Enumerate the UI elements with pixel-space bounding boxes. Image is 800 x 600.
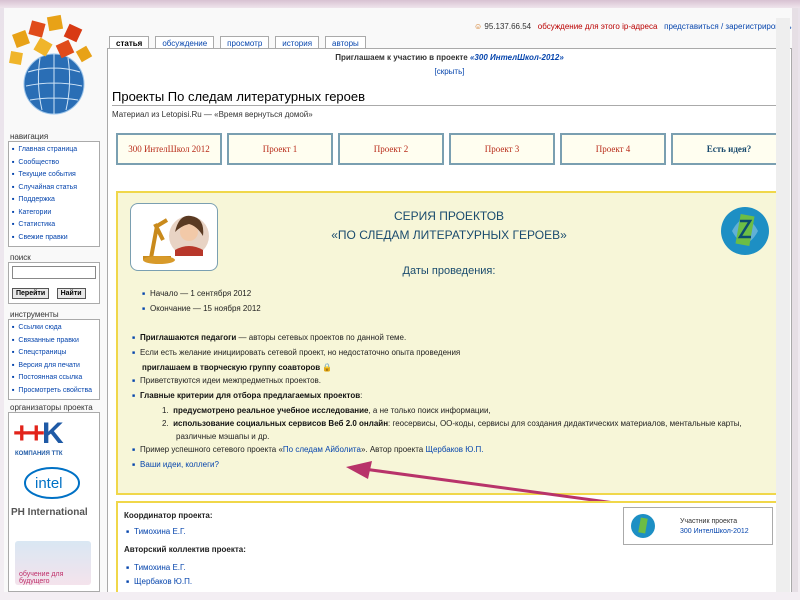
- nav-project-1[interactable]: Проект 1: [227, 133, 333, 165]
- criteria-item: Главные критерии для отбора предлагаемых…: [132, 389, 772, 404]
- nav-portlet-title: навигация: [10, 132, 49, 141]
- title-divider: [112, 105, 787, 106]
- sidebar-item-main-page[interactable]: Главная страница: [12, 144, 96, 157]
- interdisciplinary-item: Приветствуются идеи межпредметных проект…: [132, 374, 772, 389]
- sidebar-item-recent-changes[interactable]: Свежие правки: [12, 232, 96, 245]
- site-notice: Приглашаем к участию в проекте «300 Инте…: [108, 53, 791, 62]
- nav-have-idea[interactable]: Есть идея?: [671, 133, 787, 165]
- search-input[interactable]: [12, 266, 96, 279]
- criteria-2-continued: различные мэшапы и др.: [176, 432, 270, 441]
- dates-heading: Даты проведения:: [402, 265, 496, 277]
- vertical-scrollbar[interactable]: [776, 18, 790, 592]
- sidebar-item-categories[interactable]: Категории: [12, 207, 96, 220]
- sidebar-item-support[interactable]: Поддержка: [12, 194, 96, 207]
- sidebar: навигация Главная страница Сообщество Те…: [8, 132, 100, 592]
- requirements-list: Приглашаются педагоги — авторы сетевых п…: [132, 331, 772, 473]
- organizers-title: организаторы проекта: [10, 403, 93, 412]
- organizers-portlet: ++K КОМПАНИЯ ТТК intel PH International …: [8, 412, 100, 592]
- svg-text:intel: intel: [35, 475, 63, 492]
- nav-project-3[interactable]: Проект 3: [449, 133, 555, 165]
- nav-project-4[interactable]: Проект 4: [560, 133, 666, 165]
- hide-notice-link[interactable]: [скрыть]: [108, 67, 791, 76]
- sidebar-item-current-events[interactable]: Текущие события: [12, 169, 96, 182]
- ph-international-logo[interactable]: PH International: [11, 507, 88, 518]
- page-title: Проекты По следам литературных героев: [112, 89, 366, 104]
- badge-title: Участник проекта: [680, 518, 738, 525]
- intel-logo[interactable]: intel: [23, 465, 81, 501]
- ttk-caption: КОМПАНИЯ ТТК: [15, 451, 63, 457]
- search-portlet-title: поиск: [10, 253, 31, 262]
- page-subtitle: Материал из Letopisi.Ru — «Время вернуть…: [112, 110, 313, 119]
- badge-project-link[interactable]: 300 ИнтелШкол-2012: [680, 528, 749, 535]
- team-label: Авторский коллектив проекта:: [124, 545, 246, 554]
- browser-screen: ☺ 95.137.66.54 обсуждение для этого ip-а…: [4, 8, 798, 592]
- example-author-link[interactable]: Щербаков Ю.П.: [425, 445, 483, 454]
- tools-portlet-title: инструменты: [10, 310, 59, 319]
- team-member[interactable]: Щербаков Ю.П.: [126, 577, 192, 586]
- user-icon: ☺: [474, 22, 483, 31]
- ip-address: 95.137.66.54: [484, 22, 532, 31]
- start-date: Начало — 1 сентября 2012: [142, 287, 261, 302]
- site-notice-project-link[interactable]: «300 ИнтелШкол-2012»: [470, 53, 564, 62]
- ideas-link[interactable]: Ваши идеи, коллеги?: [140, 460, 219, 469]
- content-area: Приглашаем к участию в проекте «300 Инте…: [107, 48, 792, 592]
- series-name: «ПО СЛЕДАМ ЛИТЕРАТУРНЫХ ГЕРОЕВ»: [331, 228, 567, 242]
- ip-talk-link[interactable]: обсуждение для этого ip-адреса: [538, 22, 658, 31]
- education-future-logo[interactable]: обучение для будущего: [15, 541, 91, 585]
- participants-box: Координатор проекта: Тимохина Е.Г. Автор…: [116, 501, 782, 592]
- project-emblem-icon: [631, 514, 655, 538]
- criteria-1: 1. предусмотрено реальное учебное исслед…: [162, 406, 491, 415]
- series-heading: СЕРИЯ ПРОЕКТОВ: [393, 209, 505, 223]
- lock-icon: 🔒: [320, 363, 333, 372]
- tools-portlet: Ссылки сюда Связанные правки Спецстраниц…: [8, 319, 100, 400]
- search-portlet: Перейти Найти: [8, 262, 100, 304]
- end-date: Окончание — 15 ноября 2012: [142, 302, 261, 317]
- go-button[interactable]: Перейти: [12, 288, 50, 299]
- tool-special-pages[interactable]: Спецстраницы: [12, 347, 96, 360]
- dates-list: Начало — 1 сентября 2012 Окончание — 15 …: [142, 287, 261, 317]
- slide-top-band: [0, 0, 800, 8]
- nav-300-intel-schools[interactable]: 300 ИнтелШкол 2012: [116, 133, 222, 165]
- letopisi-puzzle-globe-logo[interactable]: [6, 12, 96, 132]
- coordinator-label: Координатор проекта:: [124, 511, 213, 520]
- participant-badge[interactable]: Участник проекта 300 ИнтелШкол-2012: [623, 507, 773, 545]
- tool-print-version[interactable]: Версия для печати: [12, 360, 96, 373]
- tool-browse-properties[interactable]: Просмотреть свойства: [12, 385, 96, 398]
- sidebar-item-random-article[interactable]: Случайная статья: [12, 182, 96, 195]
- tool-related-changes[interactable]: Связанные правки: [12, 335, 96, 348]
- tool-whatlinkshere[interactable]: Ссылки сюда: [12, 322, 96, 335]
- ttk-logo[interactable]: ++K: [13, 419, 64, 449]
- example-item: Пример успешного сетевого проекта «По сл…: [132, 443, 772, 458]
- coauthors-item: приглашаем в творческую группу соавторов…: [132, 361, 772, 374]
- wish-item: Если есть желание инициировать сетевой п…: [132, 346, 772, 361]
- search-button[interactable]: Найти: [56, 288, 86, 299]
- team-member[interactable]: Тимохина Е.Г.: [126, 563, 186, 572]
- project-nav: 300 ИнтелШкол 2012 Проект 1 Проект 2 Про…: [116, 133, 787, 165]
- nav-portlet: Главная страница Сообщество Текущие собы…: [8, 141, 100, 247]
- project-emblem-icon: [721, 207, 769, 255]
- example-project-link[interactable]: По следам Айболита: [283, 445, 361, 454]
- sidebar-item-community[interactable]: Сообщество: [12, 157, 96, 170]
- site-notice-text: Приглашаем к участию в проекте: [335, 53, 468, 62]
- nav-project-2[interactable]: Проект 2: [338, 133, 444, 165]
- series-info-box: СЕРИЯ ПРОЕКТОВ «ПО СЛЕДАМ ЛИТЕРАТУРНЫХ Г…: [116, 191, 782, 495]
- coordinator-name[interactable]: Тимохина Е.Г.: [126, 527, 186, 536]
- invite-item: Приглашаются педагоги — авторы сетевых п…: [132, 331, 772, 346]
- tool-permalink[interactable]: Постоянная ссылка: [12, 372, 96, 385]
- sidebar-item-statistics[interactable]: Статистика: [12, 219, 96, 232]
- coauthors-link[interactable]: приглашаем в творческую группу соавторов: [142, 363, 320, 372]
- criteria-2: 2. использование социальных сервисов Веб…: [162, 419, 742, 428]
- personal-tools-bar: ☺ 95.137.66.54 обсуждение для этого ip-а…: [474, 22, 792, 31]
